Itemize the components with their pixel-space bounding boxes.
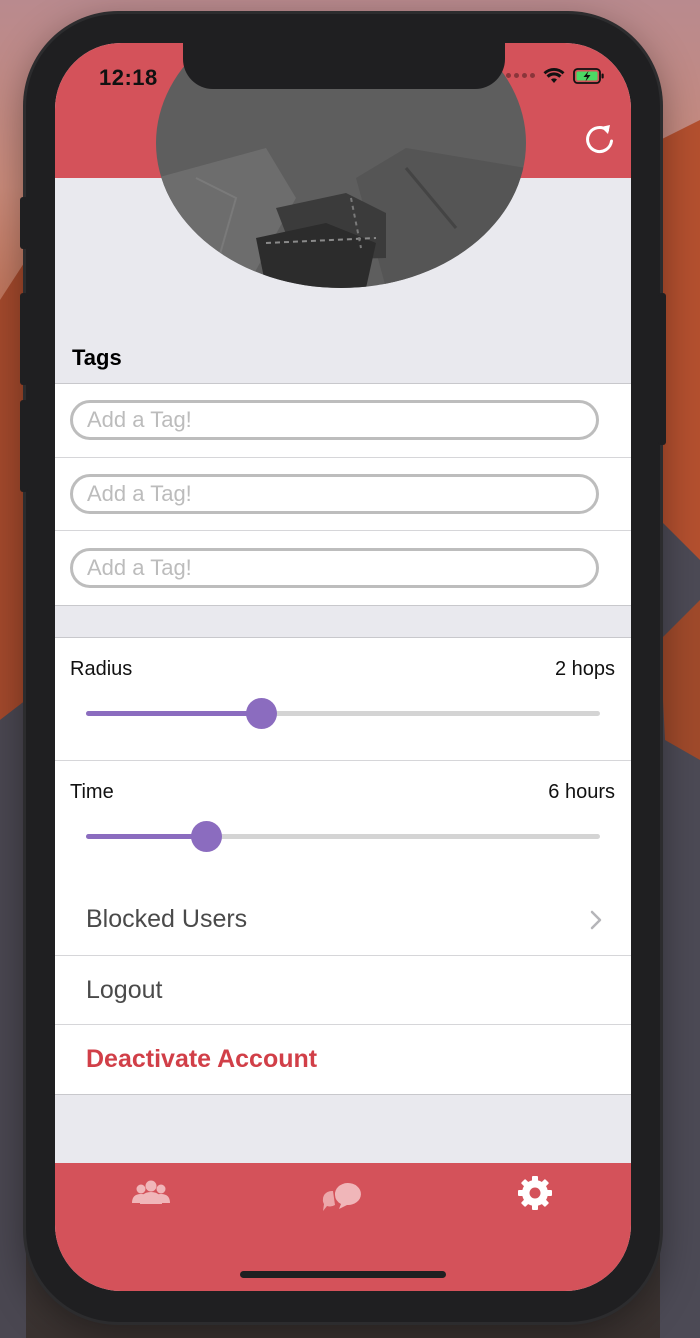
volume-down-button: [20, 400, 28, 492]
deactivate-label: Deactivate Account: [86, 1045, 318, 1073]
radius-value: 2 hops: [554, 658, 615, 680]
tag-row: [55, 458, 631, 531]
blocked-users-item[interactable]: Blocked Users: [55, 883, 631, 956]
wifi-icon: [543, 68, 565, 83]
volume-up-button: [20, 293, 28, 385]
home-indicator: [240, 1271, 446, 1278]
cellular-signal-icon: [506, 73, 535, 78]
tag-row: [55, 531, 631, 605]
radius-setting: Radius 2 hops: [55, 638, 631, 761]
deactivate-account-button[interactable]: Deactivate Account: [55, 1025, 631, 1094]
power-button: [658, 293, 666, 445]
account-menu: Blocked Users Logout Deactivate Account: [55, 883, 631, 1095]
time-value: 6 hours: [548, 781, 615, 803]
time-label: Time: [70, 781, 114, 803]
time-slider[interactable]: [86, 821, 600, 852]
notch: [183, 43, 505, 89]
app-screen: 12:18 Settings: [55, 43, 631, 1291]
range-settings: Radius 2 hops Time 6 hours: [55, 637, 631, 884]
status-time: 12:18: [99, 65, 158, 90]
status-indicators: [506, 67, 605, 84]
tags-list: [55, 383, 631, 606]
tag-row: [55, 384, 631, 458]
logout-label: Logout: [86, 975, 163, 1004]
settings-content: Tags Radius 2 hops Time: [55, 43, 631, 1163]
tag-input-2[interactable]: [70, 473, 599, 514]
logout-button[interactable]: Logout: [55, 956, 631, 1025]
tags-section-title: Tags: [72, 345, 122, 370]
tag-input-3[interactable]: [70, 547, 599, 588]
chat-bubbles-icon[interactable]: [313, 1175, 373, 1215]
refresh-icon[interactable]: [583, 121, 617, 157]
radius-slider-fill: [86, 711, 261, 716]
mute-switch: [20, 197, 28, 249]
battery-charging-icon: [573, 67, 604, 84]
people-icon[interactable]: [121, 1175, 181, 1215]
chevron-right-icon: [590, 910, 602, 930]
time-setting: Time 6 hours: [55, 761, 631, 884]
blocked-users-label: Blocked Users: [86, 904, 248, 933]
radius-label: Radius: [70, 658, 133, 680]
gear-icon[interactable]: [505, 1175, 565, 1215]
radius-slider-thumb[interactable]: [245, 698, 277, 729]
time-slider-fill: [86, 834, 207, 839]
tag-input-1[interactable]: [70, 400, 599, 441]
time-slider-thumb[interactable]: [191, 821, 223, 852]
radius-slider[interactable]: [86, 698, 600, 729]
